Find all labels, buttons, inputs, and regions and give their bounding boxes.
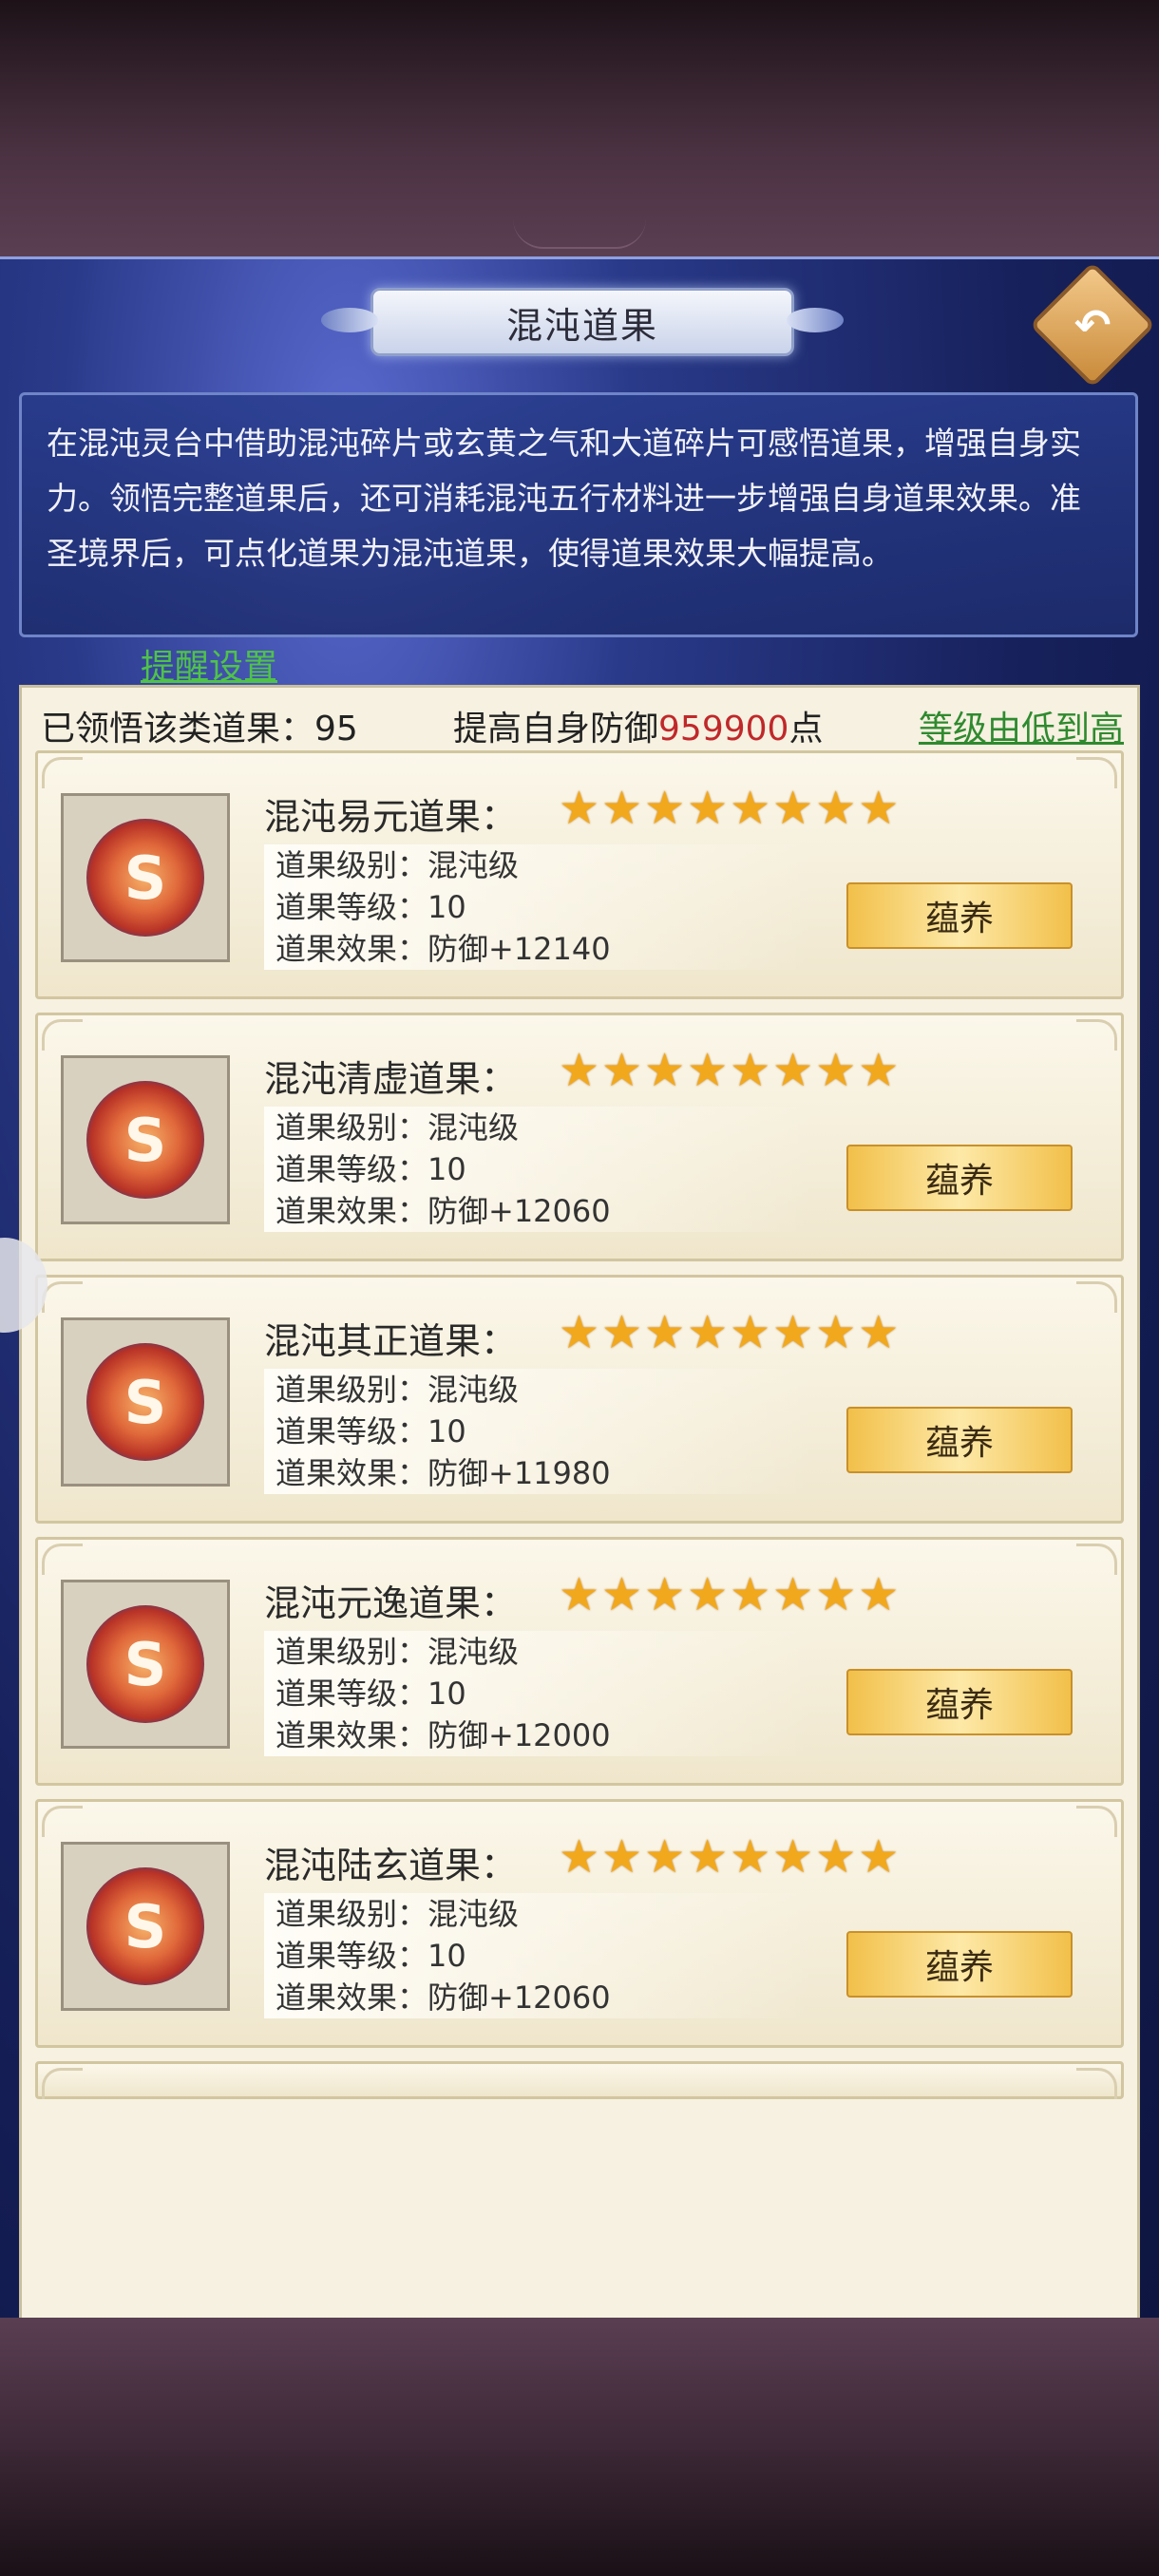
chaos-orb-icon: S [86, 1867, 204, 1985]
defense-bonus: 提高自身防御959900点 [453, 701, 823, 750]
fruit-icon-frame[interactable]: S [61, 1842, 230, 2011]
fruit-icon-frame[interactable]: S [61, 1317, 230, 1487]
reminder-settings-link[interactable]: 提醒设置 [141, 639, 277, 689]
top-backdrop [0, 0, 1159, 256]
sort-toggle[interactable]: 等级由低到高 [919, 701, 1124, 750]
fruit-grade: 道果级别：混沌级 [276, 1634, 520, 1670]
chaos-orb-icon: S [86, 1343, 204, 1461]
description-text: 在混沌灵台中借助混沌碎片或玄黄之气和大道碎片可感悟道果，增强自身实力。领悟完整道… [47, 425, 1081, 572]
card-corner-ornament [1076, 1806, 1117, 1837]
nourish-button[interactable]: 蕴养 [846, 1931, 1073, 1998]
fruit-card: S 混沌陆玄道果： ★★★★★★★★ 道果级别：混沌级 道果等级：10 道果效果… [35, 1799, 1124, 2048]
comprehended-count: 已领悟该类道果：95 [41, 710, 358, 748]
fruit-effect: 道果效果：防御+12060 [276, 1979, 611, 2016]
fruit-icon-frame[interactable]: S [61, 1055, 230, 1224]
fruit-info: 道果级别：混沌级 道果等级：10 道果效果：防御+12000 [264, 1631, 815, 1756]
card-corner-ornament [1076, 1544, 1117, 1575]
fruit-effect: 道果效果：防御+12000 [276, 1717, 611, 1753]
defense-suffix: 点 [788, 710, 824, 748]
fruit-effect: 道果效果：防御+11980 [276, 1455, 611, 1491]
card-corner-ornament [42, 2068, 83, 2099]
nourish-button[interactable]: 蕴养 [846, 1669, 1073, 1735]
fruit-effect: 道果效果：防御+12140 [276, 931, 611, 967]
dao-fruit-panel: 混沌道果 ↶ 在混沌灵台中借助混沌碎片或玄黄之气和大道碎片可感悟道果，增强自身实… [0, 256, 1159, 2551]
card-corner-ornament [42, 1806, 83, 1837]
fruit-level: 道果等级：10 [276, 889, 466, 925]
fruit-card-partial [35, 2061, 1124, 2099]
fruit-list-container: 已领悟该类道果：95 提高自身防御959900点 等级由低到高 S 混沌易元道果… [19, 685, 1140, 2551]
title-wing-left [321, 308, 378, 332]
star-rating: ★★★★★★★★ [559, 1306, 902, 1359]
bottom-backdrop [0, 2318, 1159, 2576]
fruit-name: 混沌元逸道果： [264, 1582, 518, 1624]
fruit-info: 道果级别：混沌级 道果等级：10 道果效果：防御+12060 [264, 1893, 815, 2018]
fruit-info: 道果级别：混沌级 道果等级：10 道果效果：防御+12060 [264, 1107, 815, 1232]
fruit-grade: 道果级别：混沌级 [276, 1372, 520, 1408]
nourish-button[interactable]: 蕴养 [846, 1407, 1073, 1473]
fruit-icon-frame[interactable]: S [61, 1580, 230, 1749]
defense-value: 959900 [658, 710, 789, 748]
star-rating: ★★★★★★★★ [559, 782, 902, 835]
fruit-grade: 道果级别：混沌级 [276, 1896, 520, 1932]
fruit-info: 道果级别：混沌级 道果等级：10 道果效果：防御+12140 [264, 844, 815, 970]
fruit-name: 混沌陆玄道果： [264, 1845, 518, 1886]
fruit-level: 道果等级：10 [276, 1938, 466, 1974]
title-plate: 混沌道果 [321, 288, 844, 356]
card-corner-ornament [42, 757, 83, 788]
card-corner-ornament [1076, 757, 1117, 788]
fruit-name: 混沌清虚道果： [264, 1058, 518, 1100]
fruit-name: 混沌易元道果： [264, 796, 518, 838]
card-corner-ornament [1076, 2068, 1117, 2099]
summary-bar: 已领悟该类道果：95 提高自身防御959900点 等级由低到高 [41, 693, 1124, 748]
fruit-level: 道果等级：10 [276, 1151, 466, 1187]
card-corner-ornament [1076, 1281, 1117, 1313]
nourish-button[interactable]: 蕴养 [846, 882, 1073, 949]
description-box: 在混沌灵台中借助混沌碎片或玄黄之气和大道碎片可感悟道果，增强自身实力。领悟完整道… [19, 392, 1138, 637]
fruit-card: S 混沌其正道果： ★★★★★★★★ 道果级别：混沌级 道果等级：10 道果效果… [35, 1275, 1124, 1524]
star-rating: ★★★★★★★★ [559, 1830, 902, 1884]
fruit-grade: 道果级别：混沌级 [276, 847, 520, 883]
fruit-icon-frame[interactable]: S [61, 793, 230, 962]
page-title: 混沌道果 [505, 304, 658, 347]
star-rating: ★★★★★★★★ [559, 1044, 902, 1097]
back-arrow-icon: ↶ [1074, 298, 1112, 350]
card-corner-ornament [42, 1281, 83, 1313]
chaos-orb-icon: S [86, 1605, 204, 1723]
title-wing-right [787, 308, 844, 332]
fruit-grade: 道果级别：混沌级 [276, 1109, 520, 1146]
fruit-card: S 混沌元逸道果： ★★★★★★★★ 道果级别：混沌级 道果等级：10 道果效果… [35, 1537, 1124, 1786]
fruit-effect: 道果效果：防御+12060 [276, 1193, 611, 1229]
nourish-button[interactable]: 蕴养 [846, 1145, 1073, 1211]
chaos-orb-icon: S [86, 819, 204, 937]
fruit-level: 道果等级：10 [276, 1676, 466, 1712]
chaos-orb-icon: S [86, 1081, 204, 1199]
back-button[interactable]: ↶ [1029, 261, 1156, 388]
fruit-info: 道果级别：混沌级 道果等级：10 道果效果：防御+11980 [264, 1369, 815, 1494]
card-corner-ornament [42, 1544, 83, 1575]
fruit-card: S 混沌易元道果： ★★★★★★★★ 道果级别：混沌级 道果等级：10 道果效果… [35, 750, 1124, 999]
fruit-level: 道果等级：10 [276, 1413, 466, 1449]
fruit-name: 混沌其正道果： [264, 1320, 518, 1362]
card-corner-ornament [42, 1019, 83, 1051]
fruit-card: S 混沌清虚道果： ★★★★★★★★ 道果级别：混沌级 道果等级：10 道果效果… [35, 1013, 1124, 1261]
defense-prefix: 提高自身防御 [453, 710, 659, 748]
top-ornament [513, 218, 646, 249]
card-corner-ornament [1076, 1019, 1117, 1051]
star-rating: ★★★★★★★★ [559, 1568, 902, 1621]
